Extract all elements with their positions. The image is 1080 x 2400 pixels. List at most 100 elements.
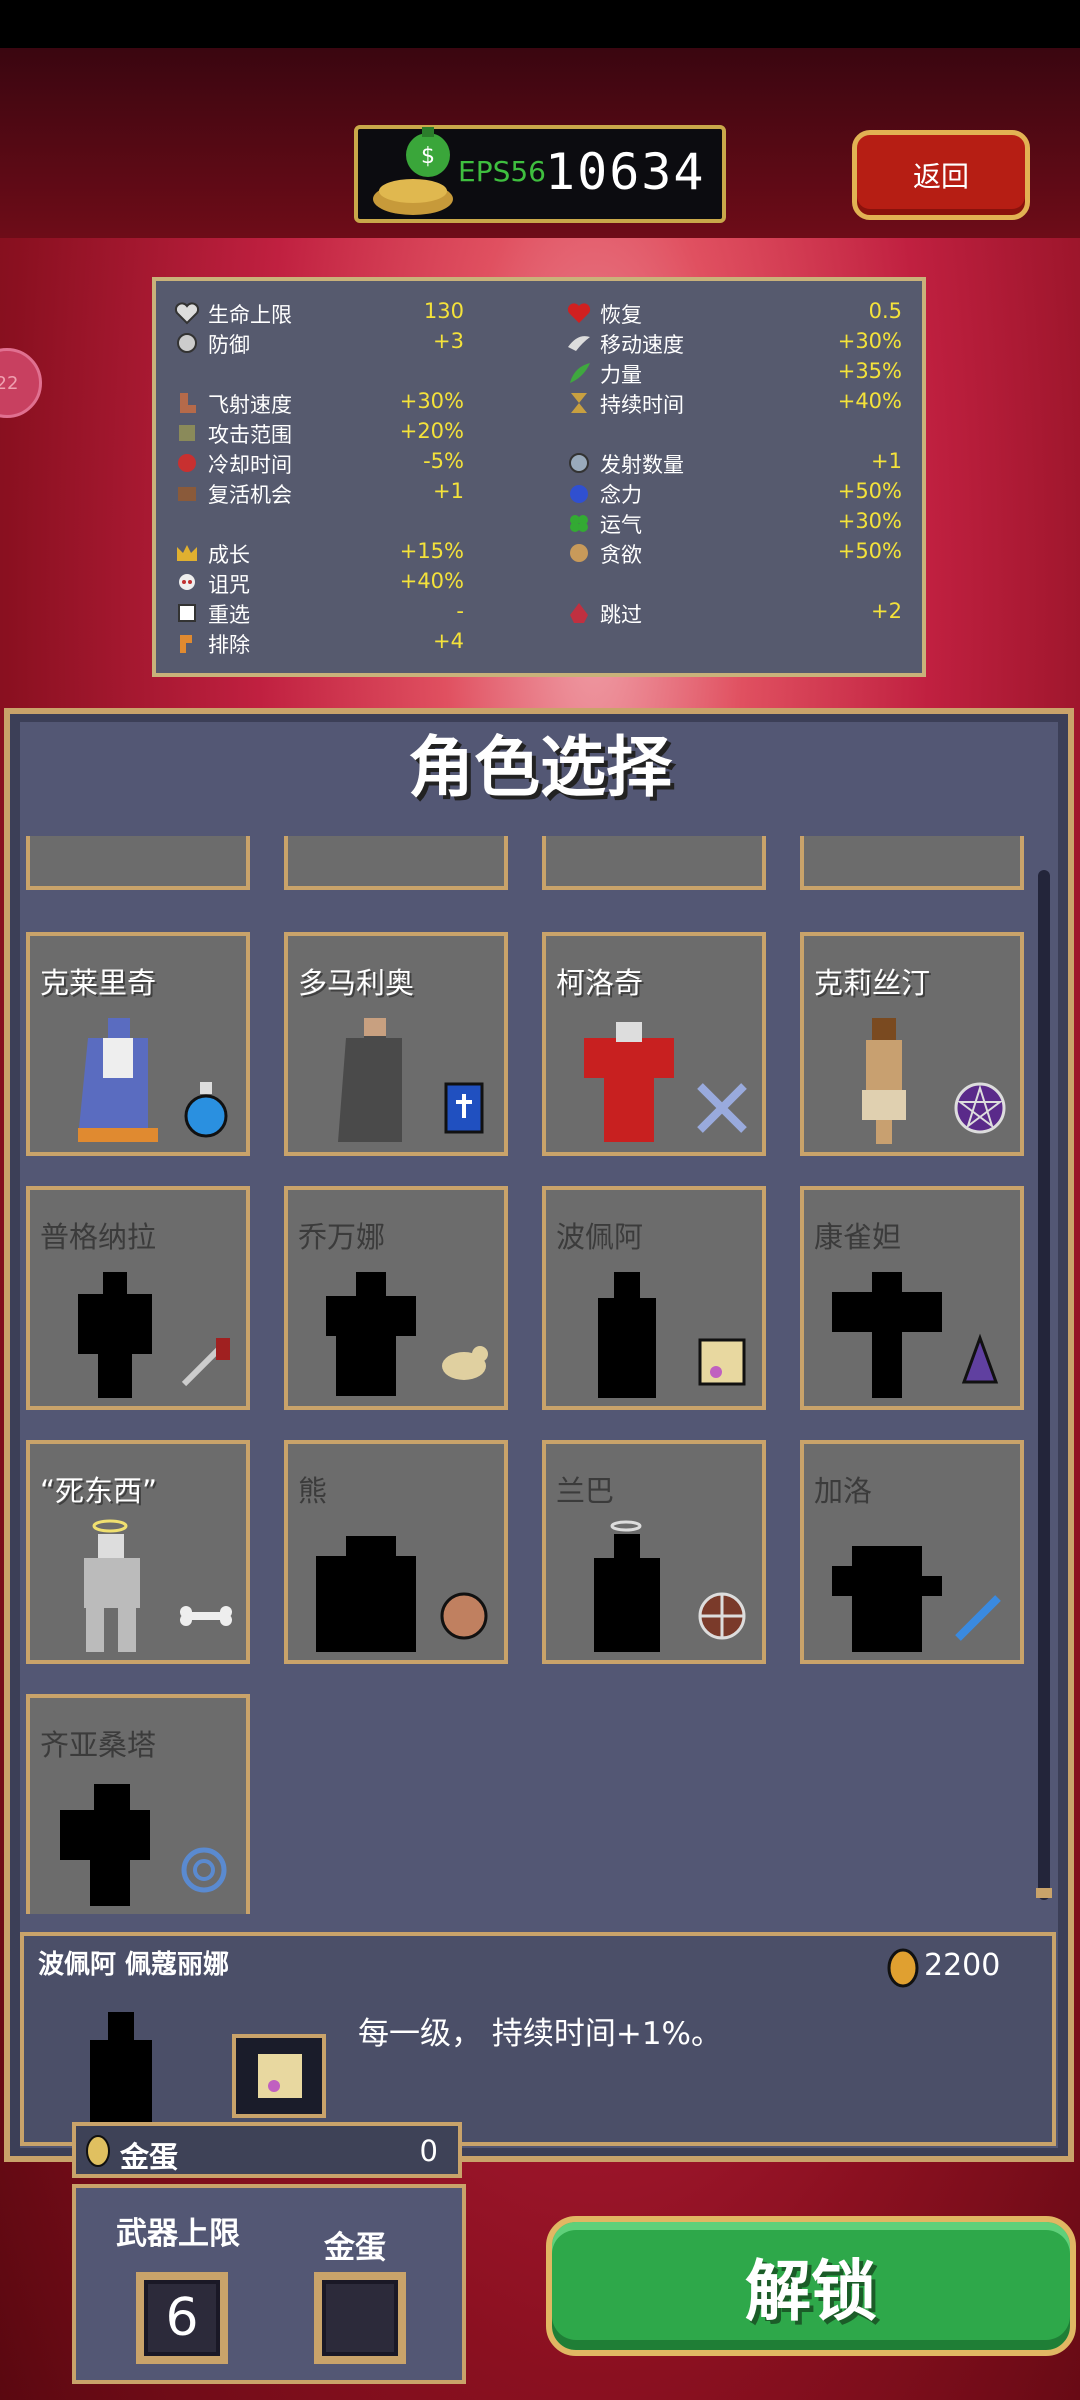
heart-icon — [174, 302, 200, 325]
crown-icon — [177, 545, 197, 561]
character-silhouette — [60, 1784, 150, 1906]
fps-label: EPS56 — [458, 155, 546, 188]
unlock-button[interactable]: 解锁 — [546, 2216, 1076, 2356]
stats-panel: 生命上限 130 防御 +3 飞射速度 +30% 攻击范围 +20% 冷却时间 -5% 复… — [152, 277, 926, 677]
character-name: 兰巴 — [556, 1474, 615, 1508]
stat-growth: 成长 +15% — [174, 539, 464, 567]
stat-amount: 发射数量 +1 — [566, 449, 902, 477]
character-sprite — [338, 1018, 402, 1142]
coin-amount: 10634 — [545, 143, 706, 201]
character-name: 熊 — [298, 1474, 328, 1508]
character-card[interactable]: 克莱里奇 — [26, 932, 250, 1156]
sword-icon — [955, 1595, 1001, 1641]
character-name: 康雀妲 — [814, 1220, 902, 1254]
orb-icon — [570, 485, 588, 503]
character-card[interactable]: 克莉丝汀 — [800, 932, 1024, 1156]
scrollbar-thumb[interactable] — [1036, 1888, 1052, 1898]
character-name: 克莉丝汀 — [814, 966, 931, 1000]
page-title: 角色选择 — [408, 729, 672, 806]
character-sprite — [862, 1018, 906, 1144]
revival-icon — [178, 487, 196, 501]
character-silhouette — [316, 1536, 416, 1652]
wand-icon — [181, 1338, 230, 1387]
greed-icon — [570, 544, 588, 562]
feather-icon — [570, 363, 590, 383]
detail-name: 波佩阿 佩蔻丽娜 — [38, 1950, 230, 1980]
golden-egg-slot-label: 金蛋 — [324, 2230, 386, 2266]
stat-recovery: 恢复 0.5 — [566, 299, 902, 327]
character-card[interactable]: 熊 — [284, 1440, 508, 1664]
character-silhouette — [598, 1272, 656, 1398]
wheel-icon — [698, 1592, 746, 1640]
character-name: “死东西” — [40, 1474, 158, 1508]
stat-revival: 复活机会 +1 — [174, 479, 464, 507]
stat-skip: 跳过 +2 — [566, 599, 902, 627]
stat-move-speed: 移动速度 +30% — [566, 329, 902, 357]
armor-icon — [177, 333, 197, 353]
ball-icon — [440, 1592, 488, 1640]
boot-icon — [180, 393, 196, 413]
spiral-icon — [181, 1847, 227, 1893]
weapon-limit-slot: 6 — [136, 2272, 228, 2364]
stat-duration: 持续时间 +40% — [566, 389, 902, 417]
amount-icon — [569, 453, 589, 473]
stat-speed: 飞射速度 +30% — [174, 389, 464, 417]
bone-icon — [180, 1606, 232, 1626]
weapon-limit-label: 武器上限 — [116, 2216, 240, 2252]
character-grid[interactable]: 克莱里奇 多马利奥 柯洛奇 克莉丝汀 普格纳拉 乔万娜 波佩阿 康雀妲 “死东西… — [18, 836, 1030, 1914]
character-silhouette — [832, 1546, 942, 1652]
character-detail: 波佩阿 佩蔻丽娜 2200 每一级， 持续时间+1%。 — [20, 1932, 1056, 2152]
money-bag-icon: $ — [373, 127, 453, 215]
pentagram-icon — [954, 1082, 1006, 1134]
character-name: 多马利奥 — [298, 966, 415, 1000]
character-card[interactable]: 柯洛奇 — [542, 932, 766, 1156]
golden-egg-icon — [86, 2135, 110, 2167]
character-card[interactable]: 齐亚桑塔 — [26, 1694, 250, 1914]
character-card-partial[interactable] — [26, 836, 250, 890]
svg-text:$: $ — [421, 144, 435, 169]
character-silhouette — [78, 1272, 152, 1398]
character-card[interactable]: 兰巴 — [542, 1440, 766, 1664]
character-card[interactable]: 普格纳拉 — [26, 1186, 250, 1410]
cooldown-icon — [178, 454, 196, 472]
side-badge[interactable]: 22 — [0, 348, 42, 418]
character-card[interactable]: 加洛 — [800, 1440, 1024, 1664]
stat-might: 力量 +35% — [566, 359, 902, 387]
dice-icon — [178, 604, 196, 622]
stat-curse: 诅咒 +40% — [174, 569, 464, 597]
character-card-partial[interactable] — [800, 836, 1024, 890]
character-card-partial[interactable] — [542, 836, 766, 890]
clover-icon — [570, 515, 588, 532]
skull-icon — [179, 574, 195, 590]
character-card[interactable]: “死东西” — [26, 1440, 250, 1664]
character-name: 加洛 — [814, 1474, 873, 1508]
weapon-limit-box: 武器上限 金蛋 6 — [72, 2184, 466, 2384]
golden-egg-count: 0 — [419, 2134, 438, 2168]
character-card[interactable]: 多马利奥 — [284, 932, 508, 1156]
stat-max-health: 生命上限 130 — [174, 299, 464, 327]
area-icon — [179, 425, 195, 441]
scroll-icon — [698, 1338, 746, 1386]
character-name: 乔万娜 — [298, 1220, 386, 1254]
scroll-icon — [258, 2054, 302, 2098]
character-name: 克莱里奇 — [40, 966, 157, 1000]
regen-heart-icon — [567, 303, 591, 323]
stat-armor: 防御 +3 — [174, 329, 464, 357]
detail-description: 每一级， 持续时间+1%。 — [358, 2016, 723, 2052]
stat-cooldown: 冷却时间 -5% — [174, 449, 464, 477]
scrollbar[interactable] — [1038, 870, 1050, 1900]
stat-banish: 排除 +4 — [174, 629, 464, 657]
character-silhouette — [594, 1520, 660, 1652]
back-button[interactable]: 返回 — [852, 130, 1030, 220]
stat-magnet: 念力 +50% — [566, 479, 902, 507]
character-card[interactable]: 波佩阿 — [542, 1186, 766, 1410]
character-sprite — [78, 1018, 158, 1142]
stat-greed: 贪欲 +50% — [566, 539, 902, 567]
character-silhouette — [832, 1272, 942, 1398]
character-sprite — [584, 1022, 674, 1142]
character-card-partial[interactable] — [284, 836, 508, 890]
character-card[interactable]: 康雀妲 — [800, 1186, 1024, 1410]
stat-area: 攻击范围 +20% — [174, 419, 464, 447]
character-card[interactable]: 乔万娜 — [284, 1186, 508, 1410]
detail-price: 2200 — [924, 1948, 1001, 1983]
